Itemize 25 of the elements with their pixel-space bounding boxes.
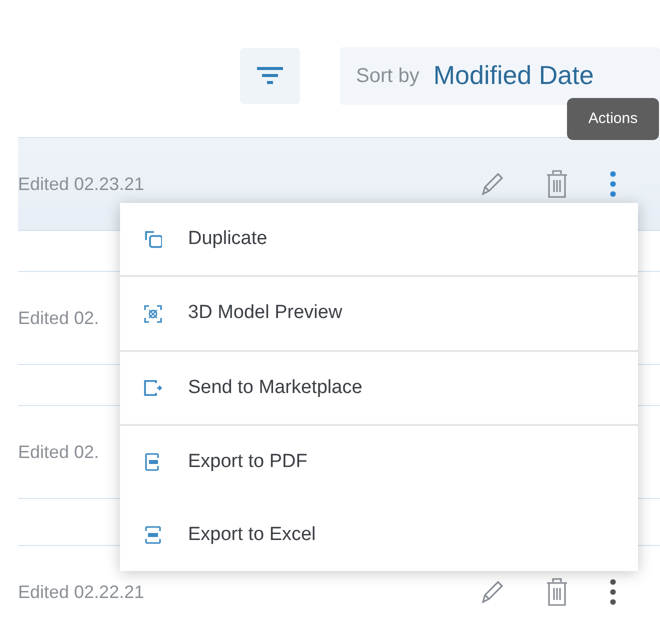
menu-item[interactable]: Send to Marketplace xyxy=(120,352,638,426)
edit-icon[interactable] xyxy=(480,171,504,197)
duplicate-icon xyxy=(144,230,162,248)
edited-date: Edited 02. xyxy=(18,440,100,464)
delete-icon[interactable] xyxy=(546,170,568,198)
tooltip: Actions xyxy=(567,98,659,140)
sort-value: Modified Date xyxy=(433,59,594,92)
edit-icon[interactable] xyxy=(480,579,504,605)
more-icon[interactable] xyxy=(610,579,616,605)
more-icon[interactable] xyxy=(610,171,616,197)
spreadsheet-icon xyxy=(144,526,162,544)
menu-item[interactable]: Export to PDF xyxy=(120,426,638,499)
edited-date: Edited 02. xyxy=(18,306,100,330)
edited-date: Edited 02.22.21 xyxy=(18,580,144,604)
menu-item[interactable]: Duplicate xyxy=(120,203,638,278)
document-icon xyxy=(144,453,162,472)
filter-button[interactable] xyxy=(240,48,300,104)
sort-dropdown[interactable]: Sort by Modified Date xyxy=(340,46,660,104)
filter-icon xyxy=(257,66,283,84)
scan-icon xyxy=(144,304,162,323)
export-icon xyxy=(144,379,162,398)
sort-label: Sort by xyxy=(356,64,420,88)
menu-item[interactable]: 3D Model Preview xyxy=(120,277,638,352)
delete-icon[interactable] xyxy=(546,578,568,606)
edited-date: Edited 02.23.21 xyxy=(18,172,144,196)
